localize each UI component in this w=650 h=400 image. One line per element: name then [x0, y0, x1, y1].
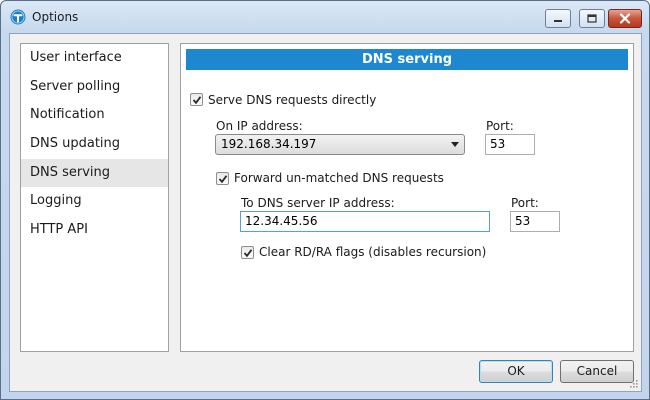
checkmark-icon: [192, 95, 201, 104]
to-dns-label: To DNS server IP address:: [241, 196, 395, 210]
sidebar-item-dns-updating[interactable]: DNS updating: [21, 130, 168, 158]
port-label-2: Port:: [511, 196, 539, 210]
forward-label: Forward un-matched DNS requests: [234, 171, 444, 185]
maximize-button[interactable]: [579, 9, 605, 28]
dialog-client-area: User interface Server polling Notificati…: [9, 33, 642, 392]
ok-button[interactable]: OK: [479, 360, 553, 383]
close-icon: [619, 13, 631, 24]
category-list[interactable]: User interface Server polling Notificati…: [20, 43, 169, 352]
sidebar-item-logging[interactable]: Logging: [21, 187, 168, 215]
checkmark-icon: [218, 174, 227, 183]
dns-server-ip-input[interactable]: 12.34.45.56: [240, 211, 490, 232]
sidebar-item-notification[interactable]: Notification: [21, 101, 168, 129]
options-window: Options User interface Server polling No…: [0, 0, 650, 400]
clear-flags-checkbox[interactable]: [241, 246, 254, 259]
checkmark-icon: [243, 248, 252, 257]
forward-checkbox[interactable]: [216, 172, 229, 185]
minimize-button[interactable]: [545, 9, 571, 28]
on-ip-value: 192.168.34.197: [221, 137, 317, 151]
sidebar-item-http-api[interactable]: HTTP API: [21, 216, 168, 244]
sidebar-item-dns-serving[interactable]: DNS serving: [21, 159, 168, 187]
window-title: Options: [32, 10, 79, 24]
app-icon: [10, 9, 26, 25]
resize-grip-icon[interactable]: [628, 378, 638, 388]
cancel-button[interactable]: Cancel: [560, 360, 634, 383]
serve-directly-checkbox[interactable]: [190, 93, 203, 106]
on-ip-label: On IP address:: [216, 119, 303, 133]
sidebar-item-server-polling[interactable]: Server polling: [21, 73, 168, 101]
serve-directly-label: Serve DNS requests directly: [208, 93, 377, 107]
clear-flags-label: Clear RD/RA flags (disables recursion): [259, 245, 487, 259]
port-label: Port:: [486, 119, 514, 133]
sidebar-item-user-interface[interactable]: User interface: [21, 44, 168, 72]
minimize-icon: [554, 19, 562, 22]
close-button[interactable]: [608, 9, 642, 28]
maximize-icon: [587, 14, 597, 23]
title-bar[interactable]: Options: [1, 1, 649, 33]
on-ip-dropdown[interactable]: 192.168.34.197: [215, 134, 465, 155]
dns-server-port-input[interactable]: 53: [510, 211, 560, 232]
panel-header: DNS serving: [186, 49, 628, 70]
port-input[interactable]: 53: [485, 134, 535, 155]
chevron-down-icon: [451, 142, 459, 147]
settings-panel: DNS serving Serve DNS requests directly …: [180, 43, 634, 352]
